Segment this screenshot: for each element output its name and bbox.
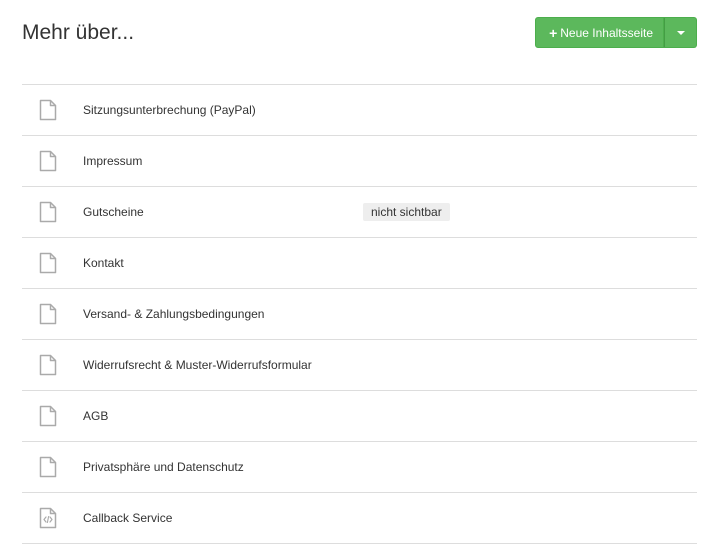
content-page-title: Sitzungsunterbrechung (PayPal): [83, 103, 256, 117]
file-icon: [39, 354, 57, 376]
new-page-button-group: + Neue Inhaltsseite: [535, 17, 697, 48]
content-page-title: Widerrufsrecht & Muster-Widerrufsformula…: [83, 358, 312, 372]
content-page-title: Callback Service: [83, 511, 173, 525]
file-code-icon: [39, 507, 57, 529]
content-page-row[interactable]: AGB: [22, 391, 697, 442]
content-page-title: Kontakt: [83, 256, 124, 270]
content-page-list: Sitzungsunterbrechung (PayPal) Impressum G…: [22, 84, 697, 544]
file-icon: [39, 252, 57, 274]
content-page-row[interactable]: Callback Service: [22, 493, 697, 544]
caret-down-icon: [676, 30, 685, 35]
file-icon: [39, 456, 57, 478]
content-page-row[interactable]: Kontakt: [22, 238, 697, 289]
file-icon: [39, 405, 57, 427]
page-title: Mehr über...: [22, 21, 135, 44]
file-icon: [39, 303, 57, 325]
page-header: Mehr über... + Neue Inhaltsseite: [22, 17, 697, 49]
visibility-badge: nicht sichtbar: [363, 203, 450, 221]
new-content-page-label: Neue Inhaltsseite: [560, 25, 653, 40]
file-icon: [39, 201, 57, 223]
file-icon: [39, 99, 57, 121]
content-page-row[interactable]: Sitzungsunterbrechung (PayPal): [22, 85, 697, 136]
content-page-row[interactable]: Versand- & Zahlungsbedingungen: [22, 289, 697, 340]
content-page-row[interactable]: Widerrufsrecht & Muster-Widerrufsformula…: [22, 340, 697, 391]
file-icon: [39, 150, 57, 172]
new-page-dropdown-toggle[interactable]: [664, 17, 697, 48]
content-page-title: AGB: [83, 409, 109, 423]
content-page-title: Impressum: [83, 154, 143, 168]
plus-icon: +: [549, 24, 558, 41]
content-page-row[interactable]: Privatsphäre und Datenschutz: [22, 442, 697, 493]
content-page-title: Privatsphäre und Datenschutz: [83, 460, 244, 474]
content-page-row[interactable]: Gutscheine nicht sichtbar: [22, 187, 697, 238]
content-page-title: Gutscheine: [83, 205, 144, 219]
content-page-title: Versand- & Zahlungsbedingungen: [83, 307, 265, 321]
content-page-row[interactable]: Impressum: [22, 136, 697, 187]
new-content-page-button[interactable]: + Neue Inhaltsseite: [535, 17, 664, 48]
